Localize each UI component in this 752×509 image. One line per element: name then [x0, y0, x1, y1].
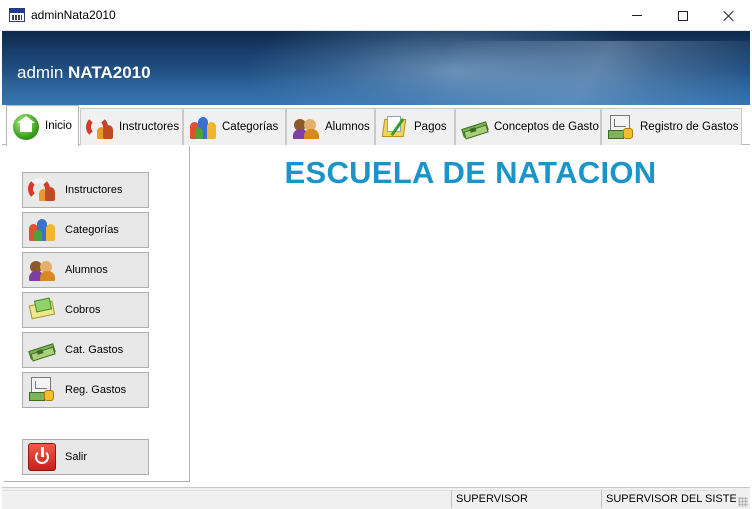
people-group-icon	[27, 215, 57, 245]
banner-title-bold: NATA2010	[68, 63, 151, 82]
close-button[interactable]	[706, 0, 752, 31]
expense-register-icon	[27, 375, 57, 405]
maximize-button[interactable]	[660, 0, 706, 31]
sidebar-button-cobros[interactable]: Cobros	[22, 292, 149, 328]
window-title: adminNata2010	[31, 8, 116, 22]
sidebar-button-label: Instructores	[65, 184, 123, 196]
cash-icon	[27, 295, 57, 325]
banner-title-regular: admin	[17, 63, 64, 82]
tab-label: Instructores	[119, 121, 180, 133]
tab-instructores[interactable]: Instructores	[80, 108, 183, 145]
tab-label: Conceptos de Gasto	[494, 121, 599, 133]
lifebuoy-icon	[85, 113, 115, 141]
sidebar-button-label: Categorías	[65, 224, 119, 236]
app-window-icon[interactable]	[9, 8, 25, 22]
tab-pagos[interactable]: Pagos	[375, 108, 455, 145]
payments-icon	[380, 113, 410, 141]
tab-label: Categorías	[222, 121, 279, 133]
status-panel-empty	[2, 490, 451, 508]
tab-inicio[interactable]: Inicio	[6, 105, 79, 146]
sidebar-button-label: Cobros	[65, 304, 101, 316]
minimize-icon	[632, 15, 642, 16]
tab-alumnos[interactable]: Alumnos	[286, 108, 375, 145]
power-icon	[27, 442, 57, 472]
lifebuoy-icon	[27, 175, 57, 205]
header-banner: admin NATA2010	[2, 31, 750, 105]
sidebar-button-reg-gastos[interactable]: Reg. Gastos	[22, 372, 149, 408]
page-heading: ESCUELA DE NATACION	[284, 155, 657, 190]
tab-label: Inicio	[45, 120, 72, 132]
tab-categorias[interactable]: Categorías	[183, 108, 286, 145]
sidebar-button-salir[interactable]: Salir	[22, 439, 149, 475]
tab-conceptos-de-gasto[interactable]: Conceptos de Gasto	[455, 108, 601, 145]
money-icon	[27, 335, 57, 365]
sidebar-button-cat-gastos[interactable]: Cat. Gastos	[22, 332, 149, 368]
sidebar-button-label: Alumnos	[65, 264, 108, 276]
resize-grip-icon[interactable]	[738, 497, 748, 507]
sidebar-button-label: Cat. Gastos	[65, 344, 124, 356]
main-content: ESCUELA DE NATACION	[191, 146, 750, 484]
sidebar-button-label: Reg. Gastos	[65, 384, 127, 396]
status-user: SUPERVISOR	[451, 490, 601, 508]
money-icon	[460, 113, 490, 141]
tab-label: Alumnos	[325, 121, 370, 133]
students-icon	[291, 113, 321, 141]
minimize-button[interactable]	[614, 0, 660, 31]
sidebar-button-alumnos[interactable]: Alumnos	[22, 252, 149, 288]
tab-label: Registro de Gastos	[640, 121, 739, 133]
close-icon	[723, 10, 735, 22]
sidebar-button-categorias[interactable]: Categorías	[22, 212, 149, 248]
students-icon	[27, 255, 57, 285]
expense-register-icon	[606, 113, 636, 141]
home-icon	[11, 112, 41, 140]
sidebar-panel: Instructores Categorías Alumnos Cobros C…	[4, 146, 190, 482]
sidebar-button-instructores[interactable]: Instructores	[22, 172, 149, 208]
banner-title: admin NATA2010	[17, 63, 151, 83]
sidebar-button-label: Salir	[65, 451, 88, 463]
status-role: SUPERVISOR DEL SISTEM	[601, 490, 736, 508]
title-bar: adminNata2010	[0, 0, 752, 31]
status-bar: SUPERVISOR SUPERVISOR DEL SISTEM	[2, 487, 750, 509]
tab-label: Pagos	[414, 121, 447, 133]
maximize-icon	[678, 10, 688, 21]
people-group-icon	[188, 113, 218, 141]
tab-strip: Inicio Instructores Categorías Alumnos P…	[2, 105, 750, 146]
tab-registro-de-gastos[interactable]: Registro de Gastos	[601, 108, 742, 145]
